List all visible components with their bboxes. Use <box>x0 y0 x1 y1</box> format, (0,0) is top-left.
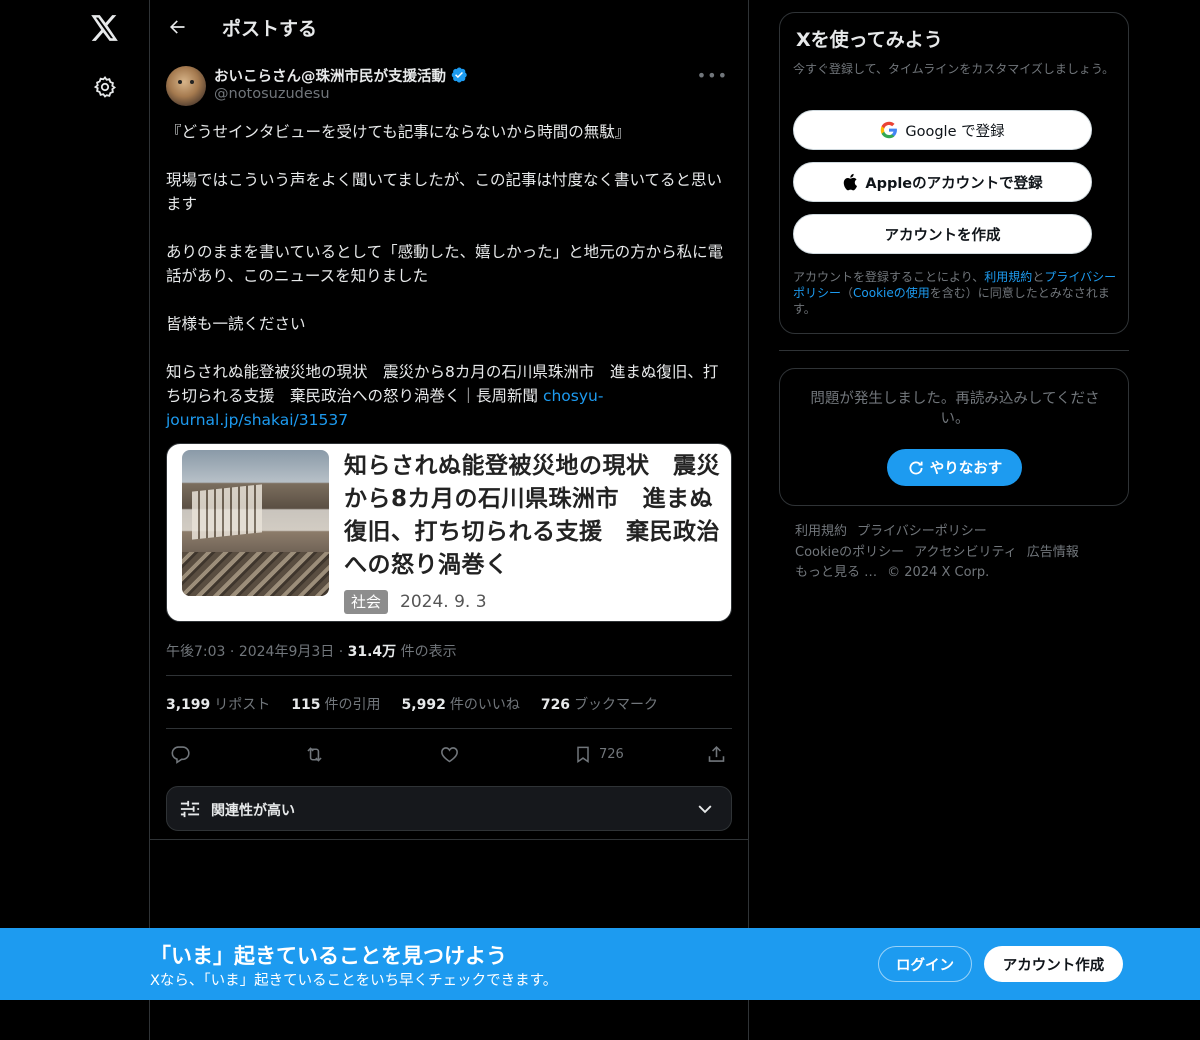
cookie-link[interactable]: Cookieの使用 <box>853 286 930 300</box>
apple-signup-label: Appleのアカウントで登録 <box>865 175 1043 192</box>
author-name[interactable]: おいこらさん@珠洲市民が支援活動 <box>214 65 446 86</box>
author-handle[interactable]: @notosuzudesu <box>214 86 468 102</box>
google-signup-label: Google で登録 <box>905 123 1005 140</box>
author-info[interactable]: おいこらさん@珠洲市民が支援活動 @notosuzudesu <box>214 64 468 102</box>
card-title: 知らされぬ能登被災地の現状 震災から8カ月の石川県珠洲市 進まぬ復旧、打ち切られ… <box>344 453 720 578</box>
chevron-down-icon <box>698 805 712 814</box>
banner-subtitle: Xなら、「いま」起きていることをいち早くチェックできます。 <box>150 973 558 989</box>
card-date: 2024. 9. 3 <box>400 592 487 612</box>
signup-legal-text: アカウントを登録することにより、利用規約とプライバシーポリシー（Cookieの使… <box>793 270 1117 316</box>
footer-link-terms[interactable]: 利用規約 <box>795 524 847 539</box>
login-button[interactable]: ログイン <box>878 946 972 982</box>
divider <box>779 350 1129 351</box>
error-message: 問題が発生しました。再読み込みしてください。 <box>810 391 1100 427</box>
quotes-stat[interactable]: 115 件の引用 <box>291 694 380 714</box>
retry-label: やりなおす <box>929 461 1003 477</box>
google-icon <box>881 121 898 139</box>
card-category-badge: 社会 <box>344 590 389 614</box>
sliders-icon <box>180 800 200 818</box>
top-bar: ポストする <box>150 0 748 53</box>
post-date[interactable]: 2024年9月3日 <box>239 644 334 660</box>
create-account-label: アカウントを作成 <box>884 227 1001 244</box>
link-card[interactable]: 知らされぬ能登被災地の現状 震災から8カ月の石川県珠洲市 進まぬ復旧、打ち切られ… <box>166 443 732 622</box>
post-meta: 午後7:03 · 2024年9月3日 · 31.4万 件の表示 <box>166 644 457 660</box>
post-body-text: 『どうせインタビューを受けても記事にならないから時間の無駄』 現場ではこういう声… <box>166 123 724 405</box>
like-icon[interactable] <box>439 742 460 766</box>
apple-icon <box>844 173 858 191</box>
back-arrow-icon[interactable] <box>162 12 192 42</box>
views-count: 31.4万 <box>347 644 397 660</box>
divider <box>150 839 748 840</box>
likes-stat[interactable]: 5,992 件のいいね <box>402 694 520 714</box>
apple-signup-button[interactable]: Appleのアカウントで登録 <box>793 162 1092 202</box>
signup-title: Xを使ってみよう <box>796 29 943 51</box>
footer-link-cookie[interactable]: Cookieのポリシー <box>795 545 904 560</box>
footer-link-accessibility[interactable]: アクセシビリティ <box>914 545 1017 560</box>
post-text: 『どうせインタビューを受けても記事にならないから時間の無駄』 現場ではこういう声… <box>166 120 732 432</box>
refresh-icon <box>909 461 923 474</box>
reposts-stat[interactable]: 3,199 リポスト <box>166 694 270 714</box>
footer-link-ads[interactable]: 広告情報 <box>1027 545 1079 560</box>
post-stats: 3,199 リポスト 115 件の引用 5,992 件のいいね 726 ブックマーク <box>166 694 658 714</box>
footer-link-privacy[interactable]: プライバシーポリシー <box>857 524 987 539</box>
signup-panel: Xを使ってみよう 今すぐ登録して、タイムラインをカスタマイズしましょう。 Goo… <box>779 12 1129 334</box>
left-nav <box>0 0 150 1040</box>
reply-icon[interactable] <box>170 742 191 766</box>
create-account-button[interactable]: アカウントを作成 <box>793 214 1092 254</box>
avatar[interactable] <box>166 66 206 106</box>
verified-badge-icon <box>451 67 467 83</box>
action-bar: 726 <box>166 736 732 772</box>
divider <box>166 728 732 729</box>
sort-label: 関連性が高い <box>211 803 295 819</box>
footer-links: 利用規約 プライバシーポリシー Cookieのポリシー アクセシビリティ 広告情報 も… <box>795 522 1115 584</box>
post-time[interactable]: 午後7:03 <box>166 644 225 660</box>
bottom-signup-banner: 「いま」起きていることを見つけよう Xなら、「いま」起きていることをいち早くチェ… <box>0 928 1200 1000</box>
views-label: 件の表示 <box>400 644 457 660</box>
x-logo-icon[interactable] <box>88 11 122 45</box>
bookmark-count: 726 <box>599 746 624 762</box>
banner-title: 「いま」起きていることを見つけよう <box>150 944 507 968</box>
retry-button[interactable]: やりなおす <box>887 449 1022 486</box>
signup-subtitle: 今すぐ登録して、タイムラインをカスタマイズしましょう。 <box>793 62 1115 76</box>
terms-link[interactable]: 利用規約 <box>984 270 1032 284</box>
divider <box>166 675 732 676</box>
signup-button[interactable]: アカウント作成 <box>984 946 1123 982</box>
reply-sort-dropdown[interactable]: 関連性が高い <box>166 786 732 831</box>
gear-icon[interactable] <box>90 72 120 102</box>
error-panel: 問題が発生しました。再読み込みしてください。 やりなおす <box>779 368 1129 506</box>
card-image <box>182 450 329 596</box>
author-name-row[interactable]: おいこらさん@珠洲市民が支援活動 <box>214 64 468 86</box>
share-icon[interactable] <box>706 742 727 766</box>
more-options-icon[interactable]: ••• <box>697 66 728 85</box>
main-column: ポストする おいこらさん@珠洲市民が支援活動 @notosuzudesu •••… <box>150 0 749 1040</box>
footer-copyright: © 2024 X Corp. <box>887 565 990 580</box>
page-title: ポストする <box>222 18 318 40</box>
google-signup-button[interactable]: Google で登録 <box>793 110 1092 150</box>
bookmarks-stat[interactable]: 726 ブックマーク <box>541 694 658 714</box>
bookmark-button[interactable]: 726 <box>573 742 624 766</box>
repost-icon[interactable] <box>303 742 326 766</box>
footer-link-more[interactable]: もっと見る … <box>795 565 877 580</box>
bookmark-icon <box>577 746 589 763</box>
